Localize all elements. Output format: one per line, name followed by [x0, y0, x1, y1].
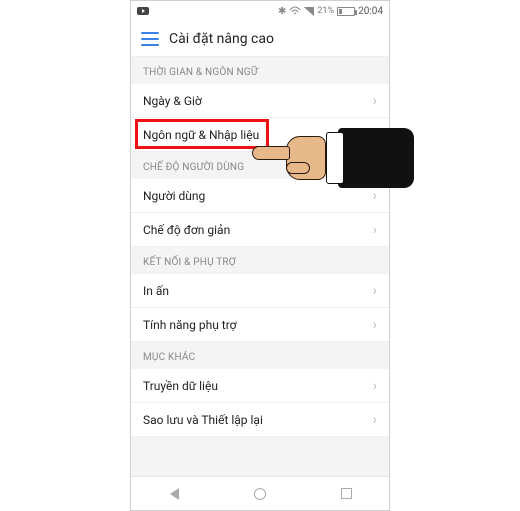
row-label: Ngày & Giờ — [143, 94, 202, 108]
row-printing[interactable]: In ấn › — [131, 274, 389, 308]
back-button[interactable] — [159, 479, 189, 509]
circle-home-icon — [254, 488, 266, 500]
header: Cài đặt nâng cao — [131, 21, 389, 57]
phone-frame: ✱ 21% 20:04 Cài đặt nâng cao THỜI GIAN &… — [130, 0, 390, 511]
section-header: CHẾ ĐỘ NGƯỜI DÙNG — [131, 152, 389, 179]
row-label: In ấn — [143, 284, 169, 298]
navigation-bar — [131, 476, 389, 510]
row-label: Tính năng phụ trợ — [143, 318, 237, 332]
row-language-input[interactable]: Ngôn ngữ & Nhập liệu › — [131, 118, 389, 152]
chevron-right-icon: › — [373, 188, 377, 204]
row-backup-reset[interactable]: Sao lưu và Thiết lập lại › — [131, 403, 389, 437]
chevron-right-icon: › — [373, 127, 377, 143]
chevron-right-icon: › — [373, 412, 377, 428]
status-bar: ✱ 21% 20:04 — [131, 1, 389, 21]
row-date-time[interactable]: Ngày & Giờ › — [131, 84, 389, 118]
recents-button[interactable] — [331, 479, 361, 509]
wifi-icon — [289, 6, 301, 16]
section-header: MỤC KHÁC — [131, 342, 389, 369]
battery-text: 21% — [317, 6, 334, 16]
battery-icon — [337, 7, 355, 16]
square-recents-icon — [341, 488, 352, 499]
chevron-right-icon: › — [373, 317, 377, 333]
clock: 20:04 — [358, 6, 383, 17]
row-label: Chế độ đơn giản — [143, 223, 230, 237]
chevron-right-icon: › — [373, 93, 377, 109]
chevron-right-icon: › — [373, 222, 377, 238]
row-label: Sao lưu và Thiết lập lại — [143, 413, 263, 427]
triangle-back-icon — [170, 488, 179, 500]
bluetooth-icon: ✱ — [278, 6, 286, 17]
row-label: Truyền dữ liệu — [143, 379, 218, 393]
row-accessibility[interactable]: Tính năng phụ trợ › — [131, 308, 389, 342]
row-data-transfer[interactable]: Truyền dữ liệu › — [131, 369, 389, 403]
row-simple-mode[interactable]: Chế độ đơn giản › — [131, 213, 389, 247]
chevron-right-icon: › — [373, 378, 377, 394]
signal-icon — [304, 7, 314, 16]
chevron-right-icon: › — [373, 283, 377, 299]
row-label: Người dùng — [143, 189, 205, 203]
settings-list: THỜI GIAN & NGÔN NGỮ Ngày & Giờ › Ngôn n… — [131, 57, 389, 476]
row-users[interactable]: Người dùng › — [131, 179, 389, 213]
row-label: Ngôn ngữ & Nhập liệu — [143, 128, 259, 142]
section-header: THỜI GIAN & NGÔN NGỮ — [131, 57, 389, 84]
home-button[interactable] — [245, 479, 275, 509]
youtube-icon — [137, 7, 149, 15]
section-header: KẾT NỐI & PHỤ TRỢ — [131, 247, 389, 274]
page-title: Cài đặt nâng cao — [169, 31, 274, 47]
menu-icon[interactable] — [141, 32, 159, 46]
